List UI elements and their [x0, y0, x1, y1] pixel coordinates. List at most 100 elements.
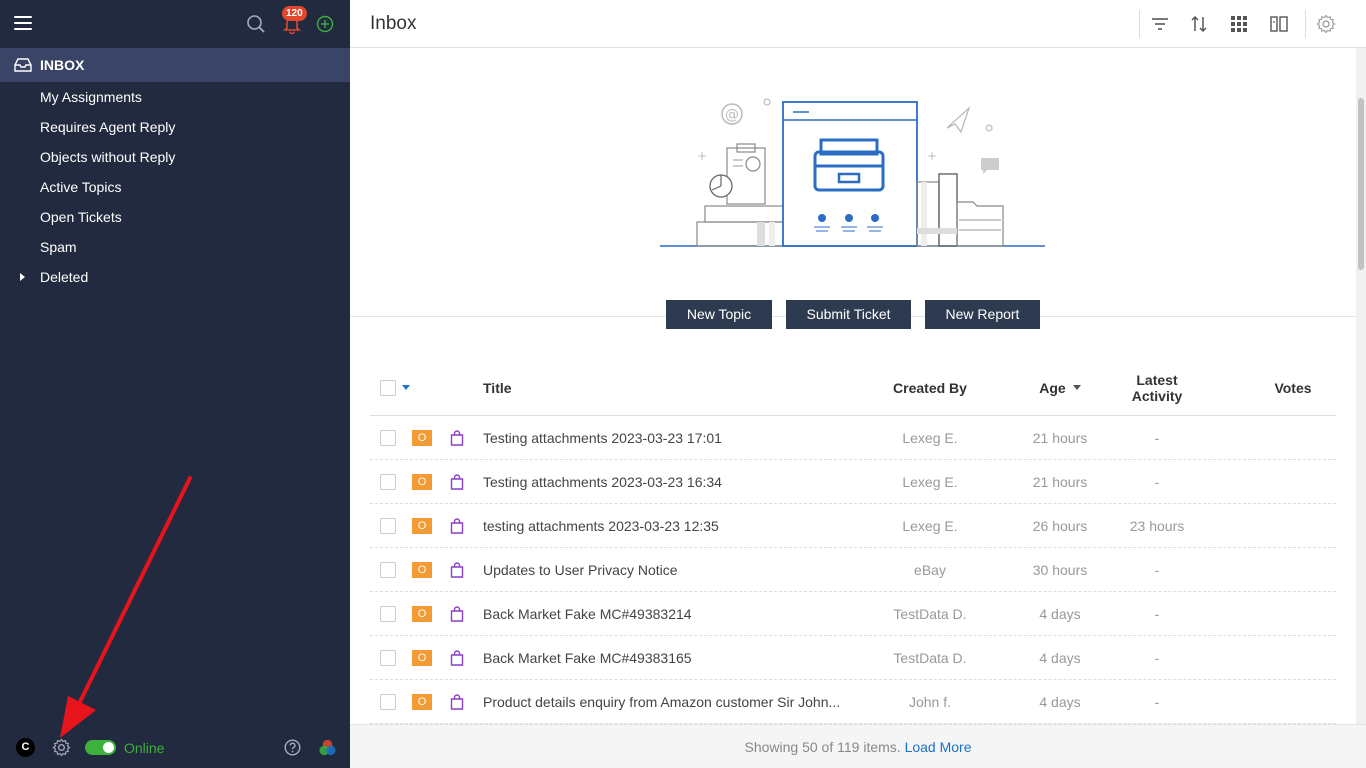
sidebar-item-objects-without-reply[interactable]: Objects without Reply — [0, 142, 350, 172]
sidebar-item-active-topics[interactable]: Active Topics — [0, 172, 350, 202]
sidebar-item-label: Spam — [40, 239, 77, 255]
row-checkbox-cell — [380, 504, 396, 548]
status-badge-cell: O — [412, 504, 432, 548]
row-age: 26 hours — [1032, 518, 1088, 534]
vertical-scrollbar[interactable] — [1356, 48, 1366, 724]
new-report-button[interactable]: New Report — [925, 300, 1040, 329]
submit-ticket-button[interactable]: Submit Ticket — [786, 300, 911, 329]
row-age: 21 hours — [1032, 474, 1088, 490]
row-title[interactable]: testing attachments 2023-03-23 12:35 — [483, 504, 853, 548]
column-header-title[interactable]: Title — [483, 360, 512, 416]
row-checkbox-cell — [380, 460, 396, 504]
select-dropdown-icon[interactable] — [402, 385, 410, 391]
select-all-checkbox[interactable] — [380, 380, 396, 396]
bag-icon-cell — [450, 416, 464, 460]
sidebar-item-requires-agent-reply[interactable]: Requires Agent Reply — [0, 112, 350, 142]
column-header-age-wrapper[interactable]: Age — [1010, 360, 1110, 416]
online-status-toggle[interactable] — [85, 740, 116, 755]
bag-icon-cell — [450, 460, 464, 504]
search-icon[interactable] — [246, 14, 266, 34]
help-icon[interactable] — [284, 739, 301, 756]
menu-icon[interactable] — [14, 16, 32, 30]
settings-gear-icon[interactable] — [1316, 14, 1336, 34]
row-latest-activity: 23 hours — [1129, 518, 1185, 534]
status-badge: O — [412, 562, 432, 578]
column-header-created-by[interactable]: Created By — [870, 360, 990, 416]
row-latest-activity: - — [1154, 474, 1160, 490]
row-title[interactable]: Testing attachments 2023-03-23 17:01 — [483, 416, 853, 460]
table-row[interactable]: O Back Market Fake MC#49383165 TestData D.… — [370, 636, 1336, 680]
sidebar-item-inbox[interactable]: INBOX — [0, 48, 350, 82]
load-more-link[interactable]: Load More — [905, 739, 972, 755]
sidebar-header: 120 — [0, 0, 350, 48]
filter-icon[interactable] — [1150, 14, 1170, 34]
row-created-by: eBay — [914, 562, 946, 578]
row-checkbox[interactable] — [380, 650, 396, 666]
empty-inbox-illustration: @ + + — [660, 98, 1045, 247]
sidebar: 120 INBOX My Assignments Requires Agent … — [0, 0, 350, 768]
expand-caret-icon[interactable] — [20, 273, 25, 281]
row-age: 21 hours — [1032, 430, 1088, 446]
table-row[interactable]: Otesting attachments 2023-03-23 12:35 Lex… — [370, 504, 1336, 548]
row-checkbox[interactable] — [380, 430, 396, 446]
sidebar-item-my-assignments[interactable]: My Assignments — [0, 82, 350, 112]
sidebar-item-spam[interactable]: Spam — [0, 232, 350, 262]
split-view-icon[interactable] — [1269, 14, 1289, 34]
new-topic-button[interactable]: New Topic — [666, 300, 772, 329]
row-checkbox[interactable] — [380, 474, 396, 490]
main-content: Inbox @ + + New Topic Submit Ticket New … — [350, 0, 1366, 768]
row-checkbox-cell — [380, 416, 396, 460]
sidebar-item-label: Requires Agent Reply — [40, 119, 176, 135]
column-header-latest-activity[interactable]: Latest Activity — [1117, 360, 1197, 416]
row-title[interactable]: Back Market Fake MC#49383165 — [483, 636, 853, 680]
row-age: 30 hours — [1032, 562, 1088, 578]
sidebar-item-label: Objects without Reply — [40, 149, 176, 165]
status-badge: O — [412, 606, 432, 622]
row-latest-activity: - — [1154, 650, 1160, 666]
row-checkbox-cell — [380, 592, 396, 636]
row-created-by: John f. — [908, 694, 952, 710]
bag-icon-cell — [450, 680, 464, 724]
grid-view-icon[interactable] — [1229, 14, 1249, 34]
bag-icon-cell — [450, 548, 464, 592]
notification-count-badge[interactable]: 120 — [282, 6, 307, 21]
add-circle-icon[interactable] — [316, 15, 334, 33]
scrollbar-thumb[interactable] — [1358, 98, 1364, 270]
row-title[interactable]: Updates to User Privacy Notice — [483, 548, 853, 592]
sidebar-item-deleted[interactable]: Deleted — [0, 262, 350, 292]
showing-count: Showing 50 of 119 items. — [744, 739, 901, 755]
table-row[interactable]: O Testing attachments 2023-03-23 17:01 Lex… — [370, 416, 1336, 460]
row-checkbox[interactable] — [380, 694, 396, 710]
svg-text:+: + — [697, 149, 707, 163]
table-footer: Showing 50 of 119 items. Load More — [350, 724, 1366, 768]
page-title: Inbox — [370, 13, 417, 34]
row-checkbox[interactable] — [380, 606, 396, 622]
table-row[interactable]: O Updates to User Privacy Notice eBay 30 ho… — [370, 548, 1336, 592]
row-checkbox[interactable] — [380, 518, 396, 534]
shopping-bag-icon — [450, 650, 464, 666]
row-title[interactable]: Product details enquiry from Amazon cust… — [483, 680, 853, 724]
row-title[interactable]: Back Market Fake MC#49383214 — [483, 592, 853, 636]
row-latest-activity: - — [1154, 562, 1160, 578]
gear-icon[interactable] — [52, 738, 71, 757]
shopping-bag-icon — [450, 606, 464, 622]
sidebar-item-open-tickets[interactable]: Open Tickets — [0, 202, 350, 232]
status-label: Online — [124, 740, 165, 756]
row-checkbox-cell — [380, 548, 396, 592]
row-created-by: Lexeg E. — [902, 430, 958, 446]
status-badge-cell: O — [412, 592, 432, 636]
table-row[interactable]: O Product details enquiry from Amazon cus… — [370, 680, 1336, 724]
sort-icon[interactable] — [1189, 14, 1209, 34]
svg-text:@: @ — [725, 107, 739, 123]
column-header-votes[interactable]: Votes — [1260, 360, 1326, 416]
status-badge-cell: O — [412, 636, 432, 680]
sidebar-item-label: Active Topics — [40, 179, 122, 195]
row-checkbox[interactable] — [380, 562, 396, 578]
row-title[interactable]: Testing attachments 2023-03-23 16:34 — [483, 460, 853, 504]
table-row[interactable]: O Back Market Fake MC#49383214 TestData D.… — [370, 592, 1336, 636]
toolbar-divider — [1305, 10, 1306, 38]
brand-logo-icon[interactable] — [318, 738, 337, 757]
avatar[interactable]: C — [16, 738, 35, 757]
table-row[interactable]: O Testing attachments 2023-03-23 16:34 Lex… — [370, 460, 1336, 504]
column-header-age: Age — [1039, 380, 1066, 396]
